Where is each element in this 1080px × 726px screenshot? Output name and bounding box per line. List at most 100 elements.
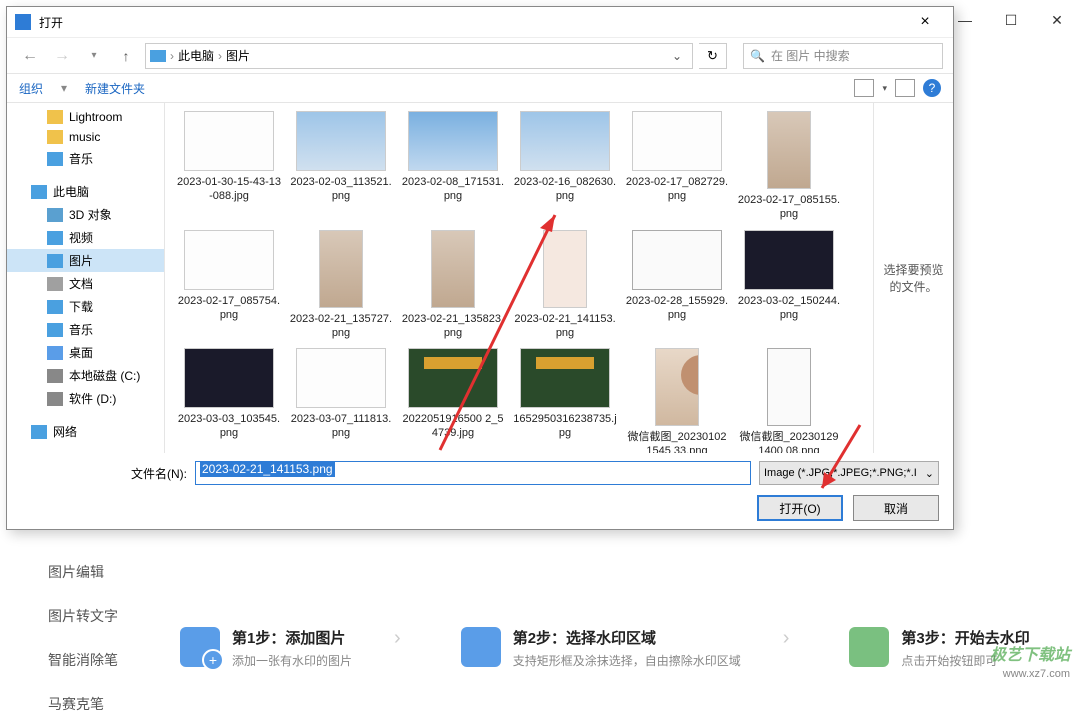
step-1[interactable]: 第1步：添加图片 添加一张有水印的图片 › [180,627,401,669]
nav-forward-button[interactable]: → [49,43,75,69]
steps-panel: 第1步：添加图片 添加一张有水印的图片 › 第2步：选择水印区域 支持矩形框及涂… [180,600,1072,695]
breadcrumb-folder[interactable]: 图片 [226,47,250,64]
file-thumbnail [184,348,274,408]
refresh-button[interactable]: ↻ [699,43,727,69]
file-item[interactable]: 2023-03-02_150244.png [733,226,845,345]
file-thumbnail [632,230,722,290]
file-item[interactable]: 2023-03-03_103545.png [173,344,285,453]
file-item[interactable]: 2022051916500 2_54739.jpg [397,344,509,453]
file-item[interactable]: 微信截图_202301291400 08.png [733,344,845,453]
nav-back-button[interactable]: ← [17,43,43,69]
file-thumbnail [632,111,722,171]
file-open-dialog: 打开 × ← → ▾ ↑ › 此电脑 › 图片 ⌄ ↻ 🔍 在 图片 中搜索 组… [6,6,954,530]
tree-item-label: 此电脑 [53,183,89,200]
bg-close-button[interactable]: ✕ [1034,0,1080,40]
file-name: 2023-02-21_135727.png [289,312,393,341]
file-item[interactable]: 2023-02-21_141153.png [509,226,621,345]
file-thumbnail [319,230,363,308]
tree-item[interactable]: 桌面 [7,341,164,364]
file-name: 2023-02-03_113521.png [289,175,393,204]
tree-item-label: 下载 [69,298,93,315]
tree-item[interactable]: 本地磁盘 (C:) [7,364,164,387]
tree-item-label: 文档 [69,275,93,292]
pc-icon [31,185,47,199]
file-thumbnail [543,230,587,308]
open-button[interactable]: 打开(O) [757,495,843,521]
tree-item-label: 音乐 [69,150,93,167]
tree-item[interactable]: 音乐 [7,318,164,341]
sidebar-item-smart-erase[interactable]: 智能消除笔 [0,638,160,682]
file-item[interactable]: 2023-02-21_135823.png [397,226,509,345]
file-item[interactable]: 2023-02-21_135727.png [285,226,397,345]
folder-icon [47,110,63,124]
tree-item[interactable]: 图片 [7,249,164,272]
folder-icon [47,130,63,144]
filetype-select[interactable]: Image (*.JPG;*.JPEG;*.PNG;*.I⌄ [759,461,939,485]
folder-tree[interactable]: Lightroommusic音乐此电脑3D 对象视频图片文档下载音乐桌面本地磁盘… [7,103,165,453]
filename-value: 2023-02-21_141153.png [200,461,335,477]
tree-item-label: 音乐 [69,321,93,338]
file-thumbnail [520,111,610,171]
address-bar[interactable]: › 此电脑 › 图片 ⌄ [145,43,693,69]
cancel-button[interactable]: 取消 [853,495,939,521]
tree-item[interactable]: 视频 [7,226,164,249]
tree-item[interactable]: music [7,127,164,147]
tree-item[interactable]: 此电脑 [7,180,164,203]
tree-item[interactable]: 文档 [7,272,164,295]
select-area-icon [461,627,501,667]
view-mode-button[interactable] [854,79,874,97]
filename-input[interactable]: 2023-02-21_141153.png [195,461,751,485]
preview-toggle-button[interactable] [895,79,915,97]
file-item[interactable]: 2023-02-28_155929.png [621,226,733,345]
doc-icon [47,277,63,291]
desk-icon [47,346,63,360]
file-item[interactable]: 1652950316238735.jpg [509,344,621,453]
file-name: 2023-02-17_085155.png [737,193,841,222]
site-watermark: 极艺下载站 [990,641,1070,665]
sidebar-item-image-edit[interactable]: 图片编辑 [0,550,160,594]
tree-item[interactable]: 软件 (D:) [7,387,164,410]
tree-item[interactable]: 下载 [7,295,164,318]
file-item[interactable]: 2023-01-30-15-43-13-088.jpg [173,107,285,226]
sidebar-item-ocr[interactable]: 图片转文字 [0,594,160,638]
file-name: 1652950316238735.jpg [513,412,617,441]
file-grid[interactable]: 2023-01-30-15-43-13-088.jpg2023-02-03_11… [165,103,873,453]
file-name: 2023-02-21_141153.png [513,312,617,341]
breadcrumb-root[interactable]: 此电脑 [178,47,214,64]
step1-title: 第1步：添加图片 [232,627,352,648]
file-item[interactable]: 2023-02-17_085155.png [733,107,845,226]
app-icon [15,14,31,30]
chevron-right-icon: › [783,627,790,650]
step1-sub: 添加一张有水印的图片 [232,652,352,669]
file-item[interactable]: 2023-02-17_085754.png [173,226,285,345]
dialog-close-button[interactable]: × [905,13,945,31]
help-icon[interactable]: ? [923,79,941,97]
organize-menu[interactable]: 组织 [19,80,43,97]
tree-item[interactable]: 网络 [7,420,164,443]
nav-recent-dropdown[interactable]: ▾ [81,43,107,69]
file-item[interactable]: 2023-02-08_171531.png [397,107,509,226]
add-image-icon [180,627,220,667]
tree-item[interactable]: 音乐 [7,147,164,170]
file-name: 2022051916500 2_54739.jpg [401,412,505,441]
file-item[interactable]: 2023-02-17_082729.png [621,107,733,226]
tree-item-label: 网络 [53,423,77,440]
bg-maximize-button[interactable]: ☐ [988,0,1034,40]
tree-item-label: Lightroom [69,110,122,124]
file-item[interactable]: 2023-02-03_113521.png [285,107,397,226]
nav-up-button[interactable]: ↑ [113,43,139,69]
dialog-title: 打开 [39,14,905,31]
tree-item[interactable]: Lightroom [7,107,164,127]
file-name: 2023-02-28_155929.png [625,294,729,323]
file-thumbnail [744,230,834,290]
sidebar-item-mosaic[interactable]: 马赛克笔 [0,682,160,726]
file-name: 2023-03-07_111813.png [289,412,393,441]
file-item[interactable]: 2023-03-07_111813.png [285,344,397,453]
file-item[interactable]: 微信截图_202301021545 33.png [621,344,733,453]
new-folder-button[interactable]: 新建文件夹 [85,80,145,97]
address-dropdown-icon[interactable]: ⌄ [666,49,688,63]
file-name: 2023-03-03_103545.png [177,412,281,441]
file-item[interactable]: 2023-02-16_082630.png [509,107,621,226]
search-input[interactable]: 🔍 在 图片 中搜索 [743,43,943,69]
tree-item[interactable]: 3D 对象 [7,203,164,226]
